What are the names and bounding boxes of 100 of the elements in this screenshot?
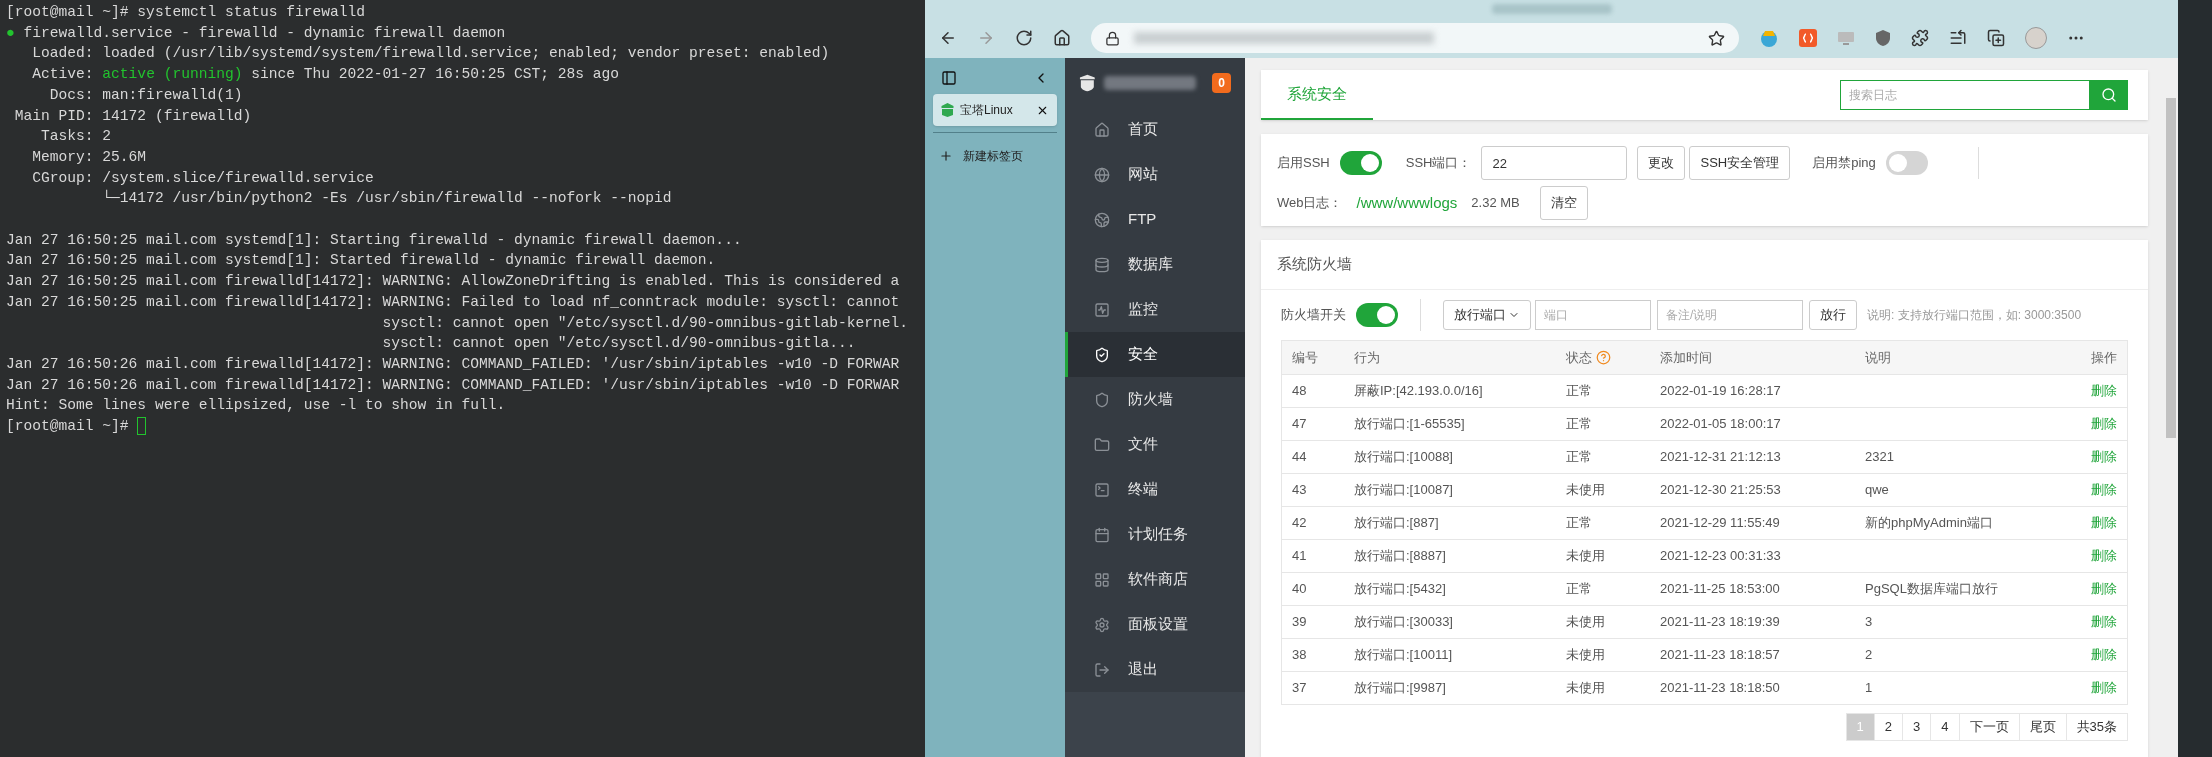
table-cell-text: 放行端口:[10087] — [1354, 481, 1454, 500]
table-cell-text: 2021-12-31 21:12:13 — [1660, 448, 1782, 467]
menu-item[interactable]: 面板设置 — [1065, 602, 1245, 647]
toggle-switch[interactable] — [1339, 151, 1382, 175]
ssh-port-field[interactable]: 22 — [1481, 146, 1628, 180]
terminal-text: Jan 27 16:50:25 mail.com systemd[1]: Started firewalld - dynamic firewall daemon. — [6, 251, 716, 271]
menu-item[interactable]: 安全 — [1065, 332, 1245, 377]
table-cell-text: 未使用 — [1566, 547, 1606, 566]
table-cell-text: 2021-12-30 21:25:53 — [1660, 481, 1782, 500]
table-cell-text: 41 — [1292, 547, 1308, 566]
table-cell-text: 未使用 — [1566, 646, 1606, 665]
table-cell-text: 放行端口:[30033] — [1354, 613, 1454, 632]
page-button[interactable]: 3 — [1902, 713, 1932, 741]
browser-tab[interactable]: 宝塔Linux — [933, 94, 1057, 126]
help-icon[interactable] — [1596, 350, 1611, 365]
shield-icon[interactable] — [1875, 29, 1891, 47]
column-header: 状态 — [1566, 348, 1592, 367]
new-tab-button[interactable]: 新建标签页 — [933, 147, 1057, 165]
table-cell-text: 2021-12-29 11:55:49 — [1660, 514, 1781, 533]
shield-logo-icon — [1079, 72, 1096, 93]
star-icon[interactable] — [1708, 29, 1725, 47]
terminal-text: ● — [6, 23, 15, 43]
column-header: 编号 — [1292, 348, 1318, 367]
toggle-switch[interactable] — [1356, 303, 1398, 327]
table-cell-text: 未使用 — [1566, 679, 1606, 698]
table-cell-text: 2021-11-25 18:53:00 — [1660, 580, 1781, 599]
toggle-switch[interactable] — [1885, 151, 1928, 175]
terminal-text: sysctl: cannot open "/etc/sysctl.d/90-omnibus-gitla... — [381, 334, 856, 354]
terminal-text: └─14172 /usr/bin/python2 -Es /usr/sbin/firewalld --nofork --nopid — [101, 188, 672, 209]
menu-item[interactable]: 首页 — [1065, 107, 1245, 152]
table-cell-text: 正常 — [1566, 448, 1593, 467]
table-cell-text: 37 — [1292, 679, 1308, 698]
collections-icon[interactable] — [1987, 29, 2005, 47]
menu-item[interactable]: 数据库 — [1065, 242, 1245, 287]
page-button[interactable]: 4 — [1930, 713, 1960, 741]
table-cell-text: 39 — [1292, 613, 1308, 632]
extension-icon[interactable] — [1799, 29, 1817, 47]
ssh-port-label: SSH端口： — [1405, 154, 1472, 173]
table-cell-text: 40 — [1292, 580, 1308, 599]
ssh-manage-button[interactable]: SSH安全管理 — [1689, 146, 1791, 180]
search-button[interactable] — [2090, 80, 2128, 110]
table-cell-text: 未使用 — [1566, 613, 1606, 632]
ping-label: 启用禁ping — [1812, 154, 1876, 173]
action-select[interactable]: 放行端口 — [1443, 300, 1531, 330]
table-cell-text: 正常 — [1566, 580, 1593, 599]
scrollbar-thumb[interactable] — [2166, 98, 2176, 438]
page-button[interactable]: 共35条 — [2065, 713, 2128, 741]
page-button[interactable]: 2 — [1873, 713, 1904, 741]
port-field[interactable]: 端口 — [1535, 300, 1651, 330]
avatar[interactable] — [2025, 27, 2047, 49]
terminal-text: sysctl: cannot open "/etc/sysctl.d/90-omnibus-gitlab-kernel. — [381, 313, 909, 333]
table-cell-text: 放行端口:[1-65535] — [1354, 415, 1466, 434]
note-field[interactable]: 备注/说明 — [1657, 300, 1803, 330]
favicon-icon — [941, 103, 954, 117]
globe-icon — [1094, 211, 1110, 228]
table-cell-text: 屏蔽IP:[42.193.0.0/16] — [1354, 382, 1484, 401]
change-button[interactable]: 更改 — [1637, 146, 1686, 180]
extension-icon[interactable] — [1759, 28, 1779, 48]
terminal-text: Active: — [31, 65, 95, 85]
table-cell-text: 放行端口:[5432] — [1354, 580, 1447, 599]
settings-icon — [1094, 616, 1110, 633]
refresh-icon[interactable] — [1015, 29, 1033, 47]
search-field[interactable]: 搜索日志 — [1840, 80, 2090, 110]
menu-item[interactable]: 防火墙 — [1065, 377, 1245, 422]
menu-item[interactable]: 计划任务 — [1065, 512, 1245, 557]
column-header: 操作 — [2091, 348, 2117, 367]
table-cell-text: PgSQL数据库端口放行 — [1865, 580, 1999, 599]
clear-button[interactable]: 清空 — [1539, 186, 1588, 220]
menu-item[interactable]: 网站 — [1065, 152, 1245, 197]
forward-icon[interactable] — [977, 29, 995, 47]
menu-item[interactable]: FTP — [1065, 197, 1245, 242]
logout-icon — [1094, 661, 1110, 678]
table-cell-text: 放行端口:[8887] — [1354, 547, 1447, 566]
menu-item[interactable]: 软件商店 — [1065, 557, 1245, 602]
home-icon[interactable] — [1053, 29, 1071, 47]
table-cell-text: 放行端口:[887] — [1354, 514, 1440, 533]
allow-button[interactable]: 放行 — [1809, 300, 1857, 330]
hint-text: 说明: 支持放行端口范围，如: 3000:3500 — [1867, 307, 2082, 324]
page-button[interactable]: 尾页 — [2018, 713, 2067, 741]
favorites-icon[interactable] — [1949, 29, 1967, 47]
extension-icon[interactable] — [1837, 29, 1855, 47]
puzzle-icon[interactable] — [1911, 29, 1929, 47]
scrollbar[interactable] — [2164, 58, 2178, 757]
table-cell-text: 2021-12-23 00:31:33 — [1660, 547, 1782, 566]
page-button[interactable]: 下一页 — [1958, 713, 2020, 741]
terminal-text: Loaded: loaded (/usr/lib/systemd/system/firewalld.service; enabled; vendor preset: enabled) — [31, 44, 830, 64]
ssh-label: 启用SSH — [1277, 154, 1330, 173]
terminal-text: Docs: man:firewalld(1) — [48, 85, 243, 105]
table-cell-text: 44 — [1292, 448, 1308, 467]
grid-icon — [1094, 571, 1110, 588]
panel-icon[interactable] — [941, 70, 957, 86]
menu-item[interactable]: 文件 — [1065, 422, 1245, 467]
terminal-text: Jan 27 16:50:25 mail.com firewalld[14172]: WARNING: AllowZoneDrifting is enabled. This is considered a — [6, 272, 900, 292]
table-cell-text: qwe — [1865, 481, 1890, 500]
menu-item[interactable]: 监控 — [1065, 287, 1245, 332]
menu-item[interactable]: 退出 — [1065, 647, 1245, 692]
menu-item[interactable]: 终端 — [1065, 467, 1245, 512]
terminal-icon — [1094, 481, 1110, 498]
table-cell-text: 1 — [1865, 679, 1874, 698]
back-icon[interactable] — [939, 29, 957, 47]
